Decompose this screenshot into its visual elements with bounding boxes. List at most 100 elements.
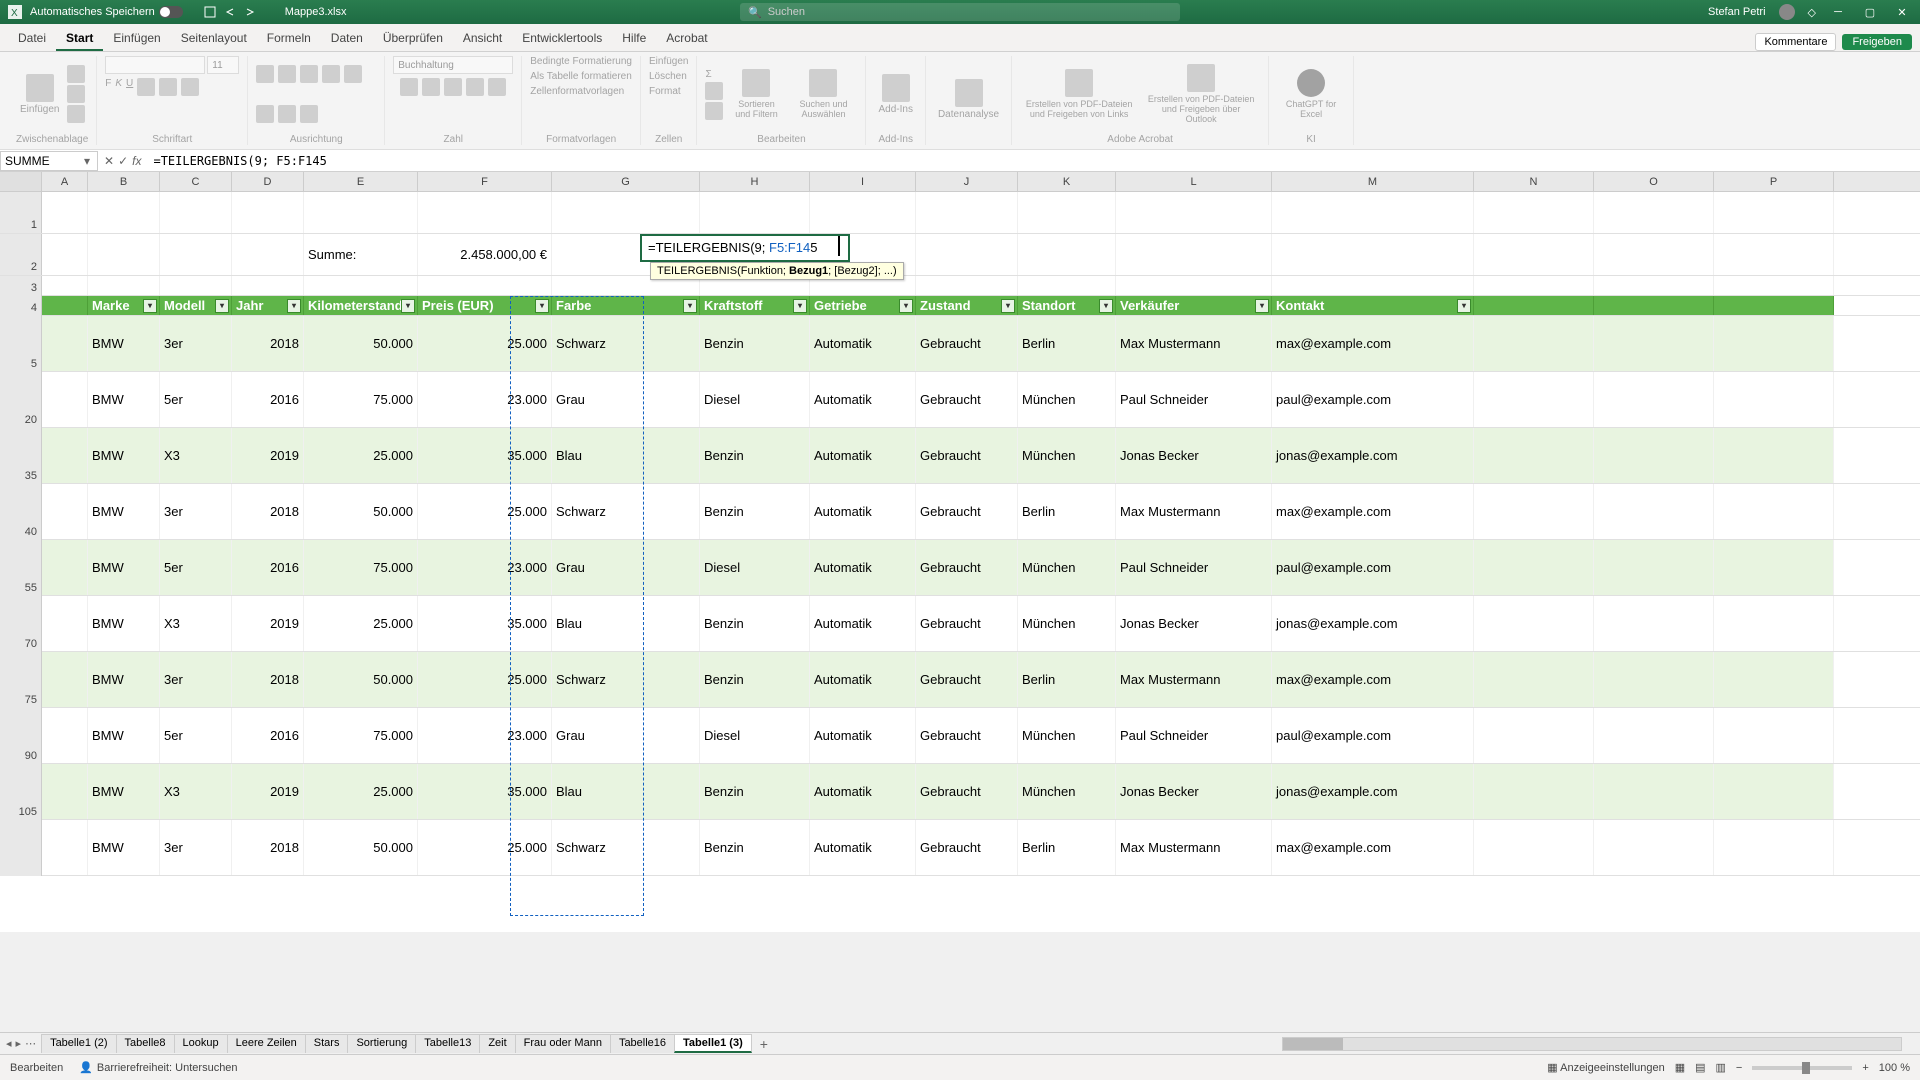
table-row[interactable]: 40BMW3er201850.00025.000SchwarzBenzinAut… <box>0 484 1920 540</box>
cell[interactable]: Jonas Becker <box>1116 764 1272 819</box>
toggle-off-icon[interactable] <box>159 6 183 18</box>
cell[interactable]: 3er <box>160 316 232 371</box>
table-header-verkaeufer[interactable]: Verkäufer▾ <box>1116 296 1272 315</box>
ribbon-tab-formeln[interactable]: Formeln <box>257 27 321 51</box>
currency-icon[interactable] <box>400 78 418 96</box>
cell[interactable]: Diesel <box>700 708 810 763</box>
addins-button[interactable]: Add-Ins <box>874 72 916 117</box>
align-left-icon[interactable] <box>344 65 362 83</box>
filter-icon[interactable]: ▾ <box>793 299 807 313</box>
autosum-icon[interactable]: Σ <box>705 69 723 80</box>
percent-icon[interactable] <box>422 78 440 96</box>
select-all-button[interactable] <box>0 172 42 191</box>
cell[interactable]: 3er <box>160 652 232 707</box>
row-header[interactable]: 5 <box>0 316 42 372</box>
cell[interactable]: paul@example.com <box>1272 708 1474 763</box>
share-button[interactable]: Freigeben <box>1842 34 1912 50</box>
cell[interactable]: Gebraucht <box>916 652 1018 707</box>
sort-filter-button[interactable]: Sortieren und Filtern <box>727 67 785 121</box>
table-header-zustand[interactable]: Zustand▾ <box>916 296 1018 315</box>
close-button[interactable]: ✕ <box>1892 2 1912 22</box>
cell[interactable]: BMW <box>88 372 160 427</box>
username-label[interactable]: Stefan Petri <box>1708 6 1765 18</box>
column-header[interactable]: G <box>552 172 700 191</box>
cell[interactable]: paul@example.com <box>1272 372 1474 427</box>
cell[interactable]: X3 <box>160 428 232 483</box>
cell[interactable]: 35.000 <box>418 764 552 819</box>
cell[interactable]: Max Mustermann <box>1116 484 1272 539</box>
cell[interactable]: 2016 <box>232 708 304 763</box>
cell[interactable]: Paul Schneider <box>1116 372 1272 427</box>
paste-button[interactable]: Einfügen <box>16 72 63 117</box>
cell[interactable]: BMW <box>88 764 160 819</box>
cell[interactable]: Automatik <box>810 820 916 875</box>
cell[interactable]: Schwarz <box>552 652 700 707</box>
view-normal-icon[interactable]: ▦ <box>1675 1061 1685 1074</box>
sheet-tab[interactable]: Tabelle8 <box>116 1034 175 1053</box>
table-header-preis[interactable]: Preis (EUR)▾ <box>418 296 552 315</box>
cell[interactable]: 2019 <box>232 428 304 483</box>
acrobat-share-outlook-button[interactable]: Erstellen von PDF-Dateien und Freigeben … <box>1142 62 1260 126</box>
cell[interactable]: BMW <box>88 484 160 539</box>
table-header-standort[interactable]: Standort▾ <box>1018 296 1116 315</box>
table-row[interactable]: 90BMW5er201675.00023.000GrauDieselAutoma… <box>0 708 1920 764</box>
table-row[interactable]: 35BMWX3201925.00035.000BlauBenzinAutomat… <box>0 428 1920 484</box>
cell[interactable]: Automatik <box>810 428 916 483</box>
ribbon-tab-ansicht[interactable]: Ansicht <box>453 27 512 51</box>
cell-styles-button[interactable]: Zellenformatvorlagen <box>530 86 624 97</box>
table-header-jahr[interactable]: Jahr▾ <box>232 296 304 315</box>
cell[interactable]: 25.000 <box>304 764 418 819</box>
autosave-toggle[interactable]: Automatisches Speichern <box>30 6 183 18</box>
cell[interactable]: Gebraucht <box>916 764 1018 819</box>
display-settings-button[interactable]: ▦ Anzeigeeinstellungen <box>1547 1061 1664 1074</box>
cell[interactable]: Benzin <box>700 316 810 371</box>
cell[interactable]: München <box>1018 428 1116 483</box>
filter-icon[interactable]: ▾ <box>1001 299 1015 313</box>
cell[interactable]: 25.000 <box>418 652 552 707</box>
find-select-button[interactable]: Suchen und Auswählen <box>789 67 857 121</box>
format-painter-icon[interactable] <box>67 105 85 123</box>
cell[interactable]: Gebraucht <box>916 428 1018 483</box>
cell[interactable]: BMW <box>88 540 160 595</box>
increase-decimal-icon[interactable] <box>466 78 484 96</box>
cell[interactable]: Automatik <box>810 764 916 819</box>
row-header[interactable]: 55 <box>0 540 42 596</box>
row-header[interactable]: 3 <box>0 276 42 296</box>
view-page-break-icon[interactable]: ▥ <box>1716 1061 1726 1074</box>
row-header[interactable]: 70 <box>0 596 42 652</box>
cell[interactable]: 2016 <box>232 540 304 595</box>
table-row[interactable]: 75BMW3er201850.00025.000SchwarzBenzinAut… <box>0 652 1920 708</box>
cell[interactable]: Gebraucht <box>916 316 1018 371</box>
filter-icon[interactable]: ▾ <box>401 299 415 313</box>
ribbon-tab-acrobat[interactable]: Acrobat <box>656 27 717 51</box>
cell[interactable]: Automatik <box>810 708 916 763</box>
cell[interactable]: Automatik <box>810 652 916 707</box>
column-header[interactable]: C <box>160 172 232 191</box>
accessibility-icon[interactable]: 👤 <box>79 1061 93 1074</box>
ribbon-tab-daten[interactable]: Daten <box>321 27 373 51</box>
cell[interactable]: BMW <box>88 820 160 875</box>
cell[interactable]: Berlin <box>1018 820 1116 875</box>
function-tooltip[interactable]: TEILERGEBNIS(Funktion; Bezug1; [Bezug2];… <box>650 262 904 280</box>
cancel-formula-icon[interactable]: ✕ <box>104 154 114 168</box>
cond-format-button[interactable]: Bedingte Formatierung <box>530 56 632 67</box>
cell[interactable]: BMW <box>88 428 160 483</box>
table-row[interactable]: 105BMWX3201925.00035.000BlauBenzinAutoma… <box>0 764 1920 820</box>
undo-icon[interactable] <box>223 5 237 19</box>
worksheet-grid[interactable]: 1 2 Summe: 2.458.000,00 € 3 4 Marke▾ Mod… <box>0 192 1920 932</box>
column-header[interactable]: M <box>1272 172 1474 191</box>
cell[interactable]: 25.000 <box>418 316 552 371</box>
column-header[interactable]: H <box>700 172 810 191</box>
scrollbar-thumb[interactable] <box>1283 1038 1343 1050</box>
cell[interactable]: Paul Schneider <box>1116 708 1272 763</box>
cell[interactable]: Berlin <box>1018 652 1116 707</box>
italic-icon[interactable]: K <box>115 78 122 96</box>
filter-icon[interactable]: ▾ <box>899 299 913 313</box>
cell[interactable]: 2018 <box>232 484 304 539</box>
cell[interactable]: 2019 <box>232 764 304 819</box>
add-sheet-button[interactable]: + <box>752 1036 776 1052</box>
copy-icon[interactable] <box>67 85 85 103</box>
cell[interactable]: 5er <box>160 372 232 427</box>
column-header[interactable]: J <box>916 172 1018 191</box>
row-header[interactable]: 4 <box>0 296 42 316</box>
